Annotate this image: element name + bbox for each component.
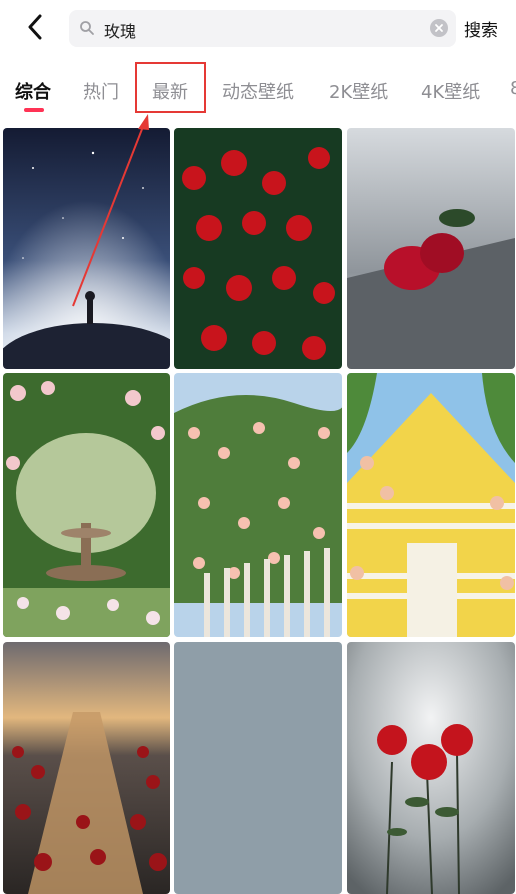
tab-more[interactable]: 8 <box>510 78 516 99</box>
wallpaper-tile[interactable] <box>3 128 170 369</box>
wallpaper-image <box>3 373 170 637</box>
search-icon <box>80 21 94 35</box>
wallpaper-image <box>174 128 342 369</box>
tab-4k-wallpaper[interactable]: 4K壁纸 <box>421 78 480 104</box>
clear-button[interactable] <box>430 19 448 37</box>
search-box[interactable] <box>69 10 456 47</box>
back-button[interactable] <box>20 10 50 44</box>
wallpaper-image <box>347 128 515 369</box>
wallpaper-tile[interactable] <box>347 642 515 894</box>
chevron-left-icon <box>28 14 42 40</box>
wallpaper-tile[interactable] <box>347 373 515 637</box>
wallpaper-grid <box>0 124 516 894</box>
tab-hot[interactable]: 热门 <box>83 78 119 104</box>
wallpaper-tile[interactable] <box>174 128 342 369</box>
tab-comprehensive[interactable]: 综合 <box>15 78 51 104</box>
wallpaper-image <box>347 642 515 894</box>
wallpaper-image <box>3 128 170 369</box>
search-button[interactable]: 搜索 <box>464 16 498 41</box>
active-tab-indicator <box>24 108 44 112</box>
wallpaper-tile-placeholder[interactable] <box>174 642 342 894</box>
wallpaper-tile[interactable] <box>174 373 342 637</box>
tab-live-wallpaper[interactable]: 动态壁纸 <box>222 78 294 104</box>
wallpaper-tile[interactable] <box>3 373 170 637</box>
wallpaper-image <box>3 642 170 894</box>
search-input[interactable] <box>102 14 426 45</box>
wallpaper-tile[interactable] <box>3 642 170 894</box>
top-bar: 搜索 <box>0 0 516 56</box>
category-tabs: 综合 热门 最新 动态壁纸 2K壁纸 4K壁纸 8 <box>0 60 516 118</box>
wallpaper-image <box>174 373 342 637</box>
tab-2k-wallpaper[interactable]: 2K壁纸 <box>329 78 388 104</box>
wallpaper-image <box>347 373 515 637</box>
wallpaper-tile[interactable] <box>347 128 515 369</box>
annotation-highlight-box <box>135 62 206 113</box>
close-icon <box>435 24 443 32</box>
